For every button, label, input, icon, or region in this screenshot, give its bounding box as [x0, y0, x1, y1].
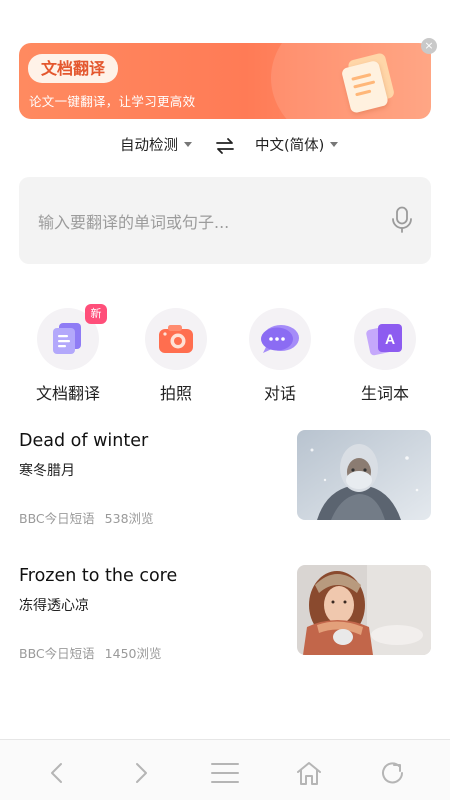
article-meta: BBC今日短语 1450浏览 [19, 643, 161, 662]
target-language-select[interactable]: 中文(简体) [255, 134, 339, 158]
source-language-select[interactable]: 自动检测 [120, 134, 192, 158]
svg-text:A: A [385, 331, 395, 347]
chevron-down-icon [184, 141, 192, 147]
banner-title: 文档翻译 [28, 54, 119, 83]
refresh-icon[interactable] [378, 760, 408, 786]
chat-bubble-icon [261, 325, 299, 353]
tool-label: 拍照 [159, 384, 192, 403]
tool-document-translation[interactable]: 新 文档翻译 [26, 304, 110, 404]
microphone-icon[interactable] [391, 206, 413, 234]
article-source: BBC今日短语 [19, 646, 95, 661]
translation-input[interactable]: 输入要翻译的单词或句子... [19, 177, 431, 264]
article-title-zh: 寒冬腊月 [19, 463, 75, 479]
translation-input-placeholder: 输入要翻译的单词或句子... [38, 213, 230, 232]
home-icon[interactable] [294, 760, 324, 786]
bottom-navigation-bar [0, 739, 450, 800]
tool-vocabulary-book[interactable]: A 生词本 [343, 308, 427, 404]
vocabulary-book-icon: A [366, 324, 402, 356]
woman-with-scarf-photo [297, 565, 431, 655]
banner-subtitle: 论文一键翻译，让学习更高效 [29, 94, 196, 109]
frozen-man-photo [297, 430, 431, 520]
article-views: 1450浏览 [104, 646, 162, 661]
menu-icon[interactable] [210, 760, 240, 786]
article-card[interactable]: Dead of winter 寒冬腊月 BBC今日短语 538浏览 [0, 430, 450, 531]
article-meta: BBC今日短语 538浏览 [19, 508, 154, 527]
chevron-down-icon [330, 141, 339, 147]
tool-label: 对话 [263, 384, 296, 403]
swap-arrows-icon[interactable] [215, 137, 235, 155]
source-language-label: 自动检测 [120, 138, 178, 154]
language-selector-bar: 自动检测 中文(简体) [0, 134, 450, 158]
document-translation-banner[interactable]: 文档翻译 论文一键翻译，让学习更高效 [19, 43, 431, 119]
banner-close-icon[interactable]: × [421, 38, 437, 54]
camera-icon [159, 325, 193, 353]
article-source: BBC今日短语 [19, 511, 95, 526]
tool-label: 生词本 [360, 384, 409, 403]
article-title-en: Frozen to the core [19, 566, 178, 586]
tool-label: 文档翻译 [35, 384, 100, 403]
tool-camera[interactable]: 拍照 [134, 308, 218, 404]
article-title-zh: 冻得透心凉 [19, 598, 89, 614]
forward-icon[interactable] [126, 760, 156, 786]
tool-conversation[interactable]: 对话 [238, 308, 322, 404]
target-language-label: 中文(简体) [255, 138, 325, 154]
new-badge: 新 [85, 304, 107, 324]
article-views: 538浏览 [104, 511, 154, 526]
back-icon[interactable] [42, 760, 72, 786]
article-card[interactable]: Frozen to the core 冻得透心凉 BBC今日短语 1450浏览 [0, 565, 450, 666]
article-title-en: Dead of winter [19, 431, 149, 451]
